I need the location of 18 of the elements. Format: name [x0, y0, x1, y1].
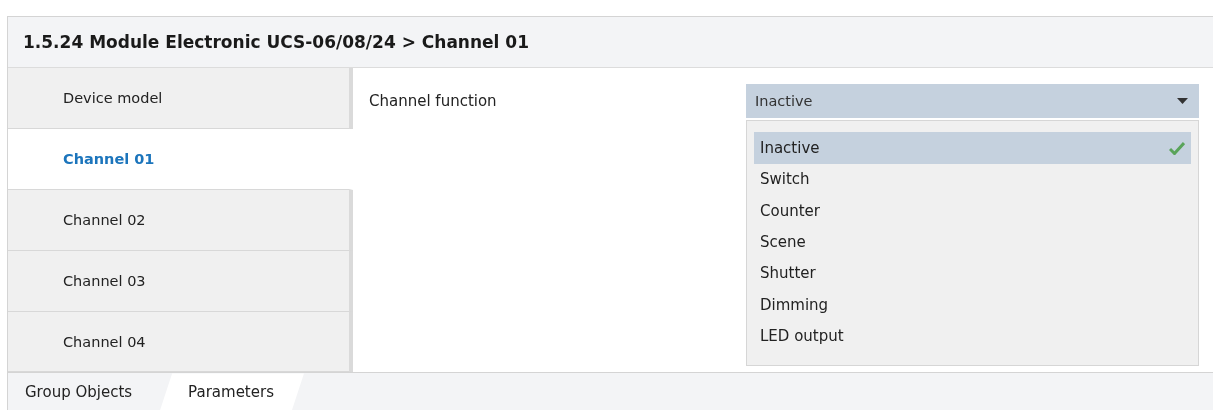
check-icon — [1169, 141, 1185, 156]
dropdown-option[interactable]: Scene — [754, 226, 1191, 258]
sidebar-item[interactable]: Channel 02 — [8, 190, 353, 251]
dropdown[interactable]: Inactive — [746, 84, 1199, 119]
tab[interactable]: Parameters — [160, 373, 304, 410]
caret-icon — [1177, 98, 1188, 105]
parameter-label: Channel function — [369, 91, 498, 113]
window-title: 1.5.24 Module Electronic UCS-06/08/24 > Channel 01 — [23, 32, 529, 53]
dropdown-option[interactable]: LED output — [754, 320, 1191, 352]
tab[interactable]: Group Objects — [8, 373, 161, 410]
dropdown-option[interactable]: Counter — [754, 195, 1191, 227]
dropdown-option[interactable]: Shutter — [754, 257, 1191, 289]
dropdown-option[interactable]: Inactive — [754, 132, 1191, 164]
sidebar-item[interactable]: Channel 04 — [8, 311, 353, 373]
dropdown-option[interactable]: Dimming — [754, 288, 1191, 321]
sidebar-item[interactable]: Device model — [8, 68, 353, 130]
sidebar-item[interactable]: Channel 03 — [8, 250, 353, 312]
dropdown-option[interactable]: Switch — [754, 163, 1191, 195]
